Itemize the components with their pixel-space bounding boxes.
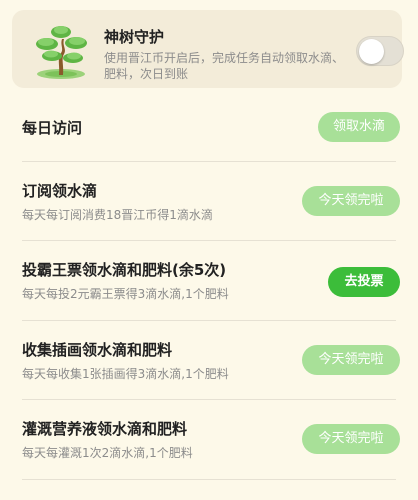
divider xyxy=(22,320,396,321)
banner-description: 使用晋江币开启后，完成任务自动领取水滴、肥料，次日到账 xyxy=(104,51,345,81)
divider xyxy=(22,399,396,400)
go-vote-button[interactable]: 去投票 xyxy=(328,267,400,297)
toggle-knob xyxy=(359,39,384,64)
task-title: 收集插画领水滴和肥料 xyxy=(22,341,173,359)
tree-guard-toggle[interactable] xyxy=(356,36,404,66)
done-today-button[interactable]: 今天领完啦 xyxy=(302,186,400,216)
task-title: 灌溉营养液领水滴和肥料 xyxy=(22,420,188,438)
divider xyxy=(22,161,396,162)
task-title: 订阅领水滴 xyxy=(22,182,98,200)
task-collect-illustration: 收集插画领水滴和肥料 每天每收集1张插画得3滴水滴,1个肥料 今天领完啦 xyxy=(22,339,400,381)
task-description: 每天每收集1张插画得3滴水滴,1个肥料 xyxy=(22,367,229,381)
task-subscribe: 订阅领水滴 每天每订阅消费18晋江币得1滴水滴 今天领完啦 xyxy=(22,180,400,222)
claim-water-button[interactable]: 领取水滴 xyxy=(318,112,400,142)
done-today-button[interactable]: 今天领完啦 xyxy=(302,345,400,375)
task-title: 投霸王票领水滴和肥料(余5次) xyxy=(22,261,227,279)
task-title: 每日访问 xyxy=(22,119,83,137)
divider xyxy=(22,479,396,480)
task-description: 每天每订阅消费18晋江币得1滴水滴 xyxy=(22,208,213,222)
task-vote-ticket: 投霸王票领水滴和肥料(余5次) 每天每投2元霸王票得3滴水滴,1个肥料 去投票 xyxy=(22,259,400,301)
tree-guard-banner: 神树守护 使用晋江币开启后，完成任务自动领取水滴、肥料，次日到账 xyxy=(12,10,404,88)
bonsai-tree-icon xyxy=(36,26,87,79)
divider xyxy=(22,240,396,241)
done-today-button[interactable]: 今天领完啦 xyxy=(302,424,400,454)
task-daily-visit: 每日访问 领取水滴 xyxy=(22,112,400,142)
banner-title: 神树守护 xyxy=(104,28,165,46)
task-description: 每天每灌溉1次2滴水滴,1个肥料 xyxy=(22,446,193,460)
task-description: 每天每投2元霸王票得3滴水滴,1个肥料 xyxy=(22,287,229,301)
task-irrigate: 灌溉营养液领水滴和肥料 每天每灌溉1次2滴水滴,1个肥料 今天领完啦 xyxy=(22,418,400,460)
